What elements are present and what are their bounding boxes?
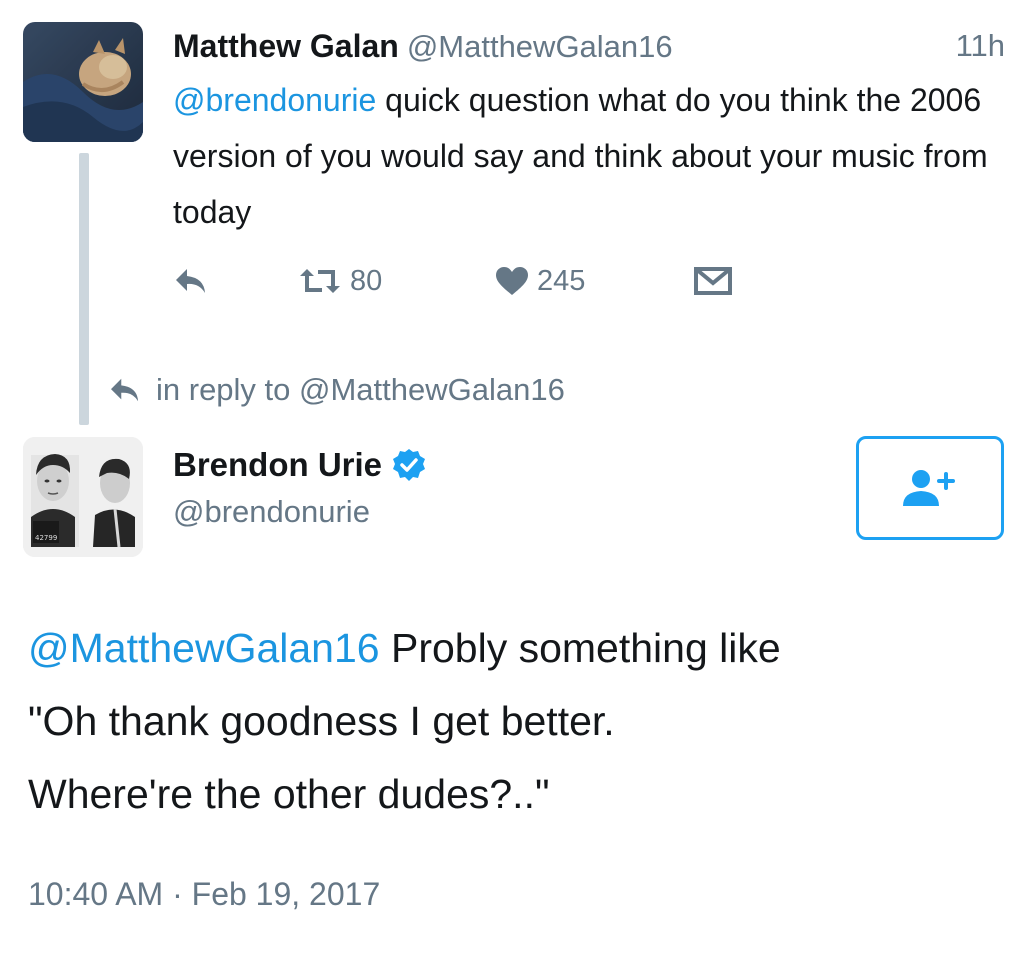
tweet2-author-handle[interactable]: @brendonurie <box>173 494 370 530</box>
mugshot-avatar-image: 42799 <box>23 437 143 557</box>
follow-button[interactable] <box>856 436 1004 540</box>
tweet1-timestamp[interactable]: 11h <box>956 22 1005 70</box>
tweet1-author-name[interactable]: Matthew Galan <box>173 28 399 64</box>
avatar-brendon-urie[interactable]: 42799 <box>23 437 143 557</box>
verified-badge-icon <box>393 449 426 481</box>
tweet2-line-2: "Oh thank goodness I get better. <box>28 698 615 744</box>
reply-button[interactable] <box>173 256 209 306</box>
direct-message-button[interactable] <box>693 256 733 306</box>
tweet2-author-name[interactable]: Brendon Urie <box>173 446 382 484</box>
tweet2-timestamp[interactable]: 10:40 AM · Feb 19, 2017 <box>28 876 380 913</box>
retweet-count: 80 <box>350 264 383 297</box>
tweet1-mention-link[interactable]: @brendonurie <box>173 82 376 118</box>
reply-context[interactable]: in reply to @MatthewGalan16 <box>108 366 565 414</box>
retweet-button[interactable]: 80 <box>298 256 382 306</box>
tweet1-text: @brendonurie quick question what do you … <box>173 72 1013 240</box>
direct-message-icon <box>694 267 732 295</box>
reply-arrow-icon <box>111 378 139 402</box>
reply-icon <box>176 269 205 293</box>
tweet2-line-1-text: Probly something like <box>379 625 781 671</box>
tweet1-action-bar: 80 245 <box>173 256 773 306</box>
thread-connector-line <box>79 153 89 425</box>
cat-avatar-image <box>23 22 143 142</box>
svg-text:42799: 42799 <box>35 534 57 542</box>
tweet2-text: @MatthewGalan16 Probly something like "O… <box>28 612 1008 831</box>
tweet2-date: Feb 19, 2017 <box>191 876 381 912</box>
add-user-icon <box>903 470 955 506</box>
tweet2-line-3: Where're the other dudes?.." <box>28 771 550 817</box>
tweet2-separator: · <box>172 876 183 912</box>
retweet-icon <box>300 269 340 293</box>
tweet1-header: Matthew Galan @MatthewGalan16 11h <box>173 22 1005 72</box>
like-button[interactable]: 245 <box>495 256 585 306</box>
tweet1-author-handle[interactable]: @MatthewGalan16 <box>407 29 673 64</box>
tweet2-mention-link[interactable]: @MatthewGalan16 <box>28 625 380 671</box>
tweet2-time: 10:40 AM <box>28 876 164 912</box>
tweet2-line-1: @MatthewGalan16 Probly something like <box>28 612 1008 685</box>
like-count: 245 <box>537 264 586 297</box>
avatar-matthew-galan[interactable] <box>23 22 143 142</box>
like-icon <box>496 267 528 295</box>
reply-context-text: in reply to @MatthewGalan16 <box>156 372 565 407</box>
tweet2-author-row: Brendon Urie <box>173 440 426 490</box>
